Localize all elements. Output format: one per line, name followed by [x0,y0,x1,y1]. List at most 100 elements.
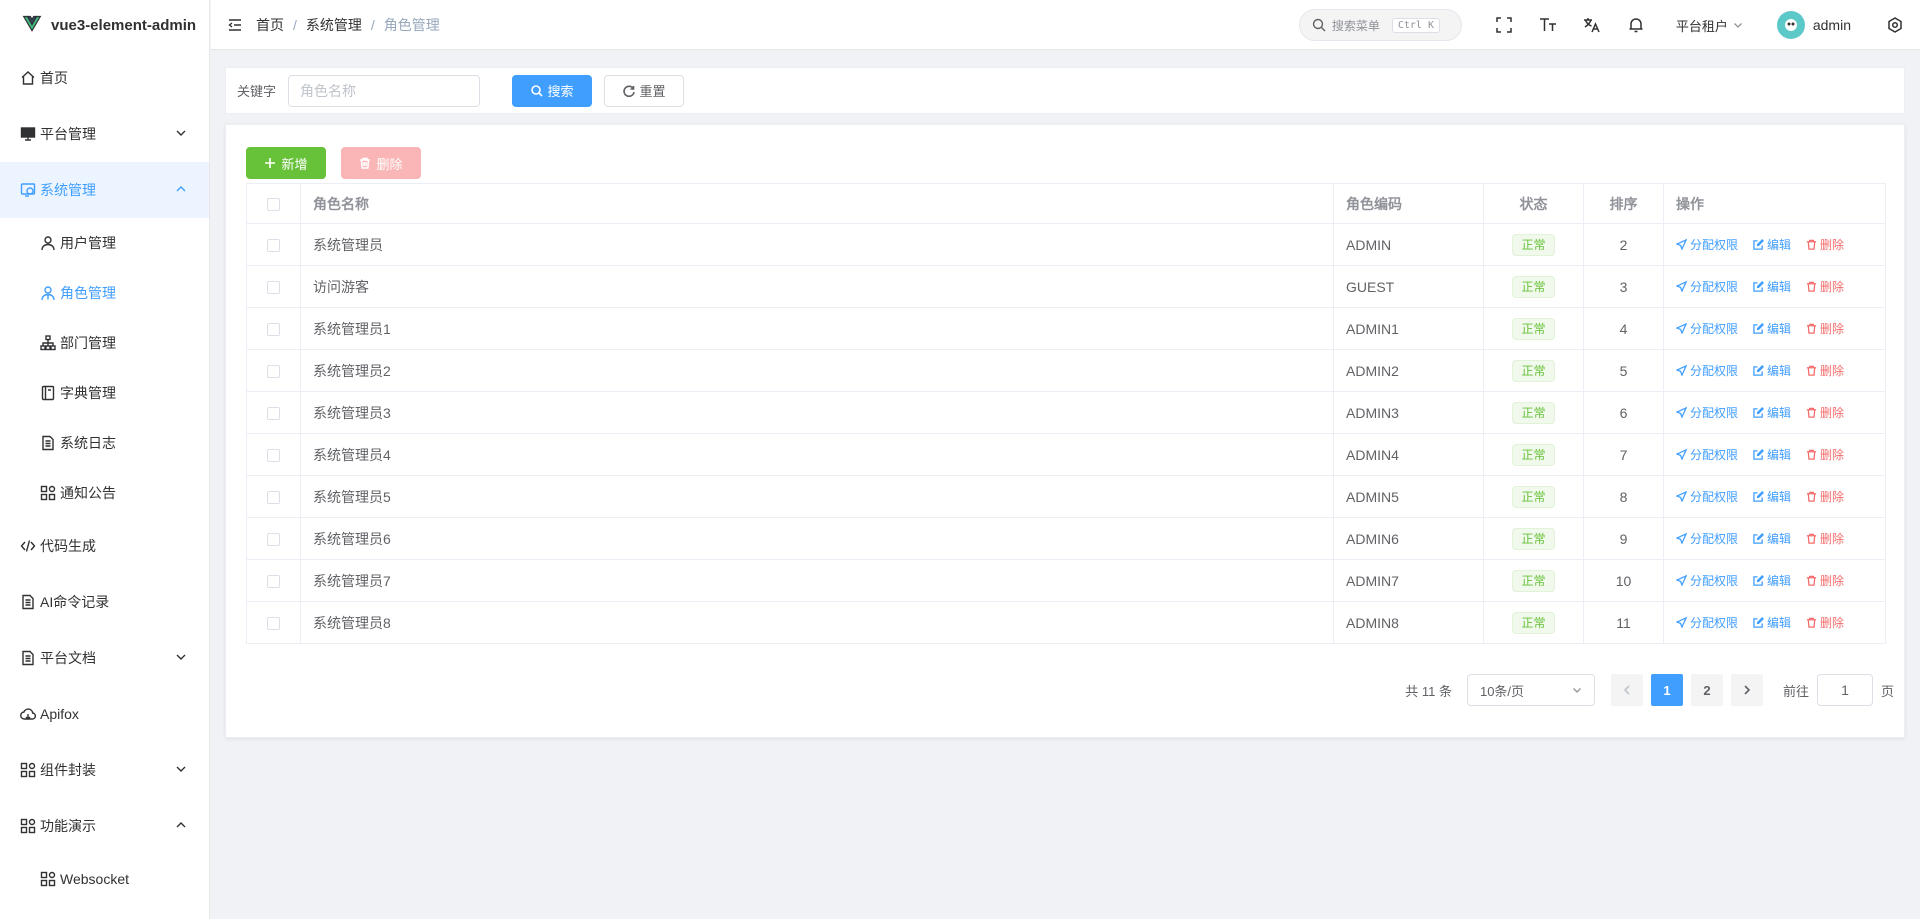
edit-button[interactable]: 编辑 [1753,236,1791,253]
chevron-down-icon [175,762,187,778]
delete-button[interactable]: 删除 [1806,446,1844,463]
row-checkbox[interactable] [267,365,280,379]
edit-button[interactable]: 编辑 [1753,278,1791,295]
sort-cell: 5 [1583,349,1664,392]
delete-button[interactable]: 删除 [1806,404,1844,421]
send-icon [1676,407,1687,418]
assign-permission-button[interactable]: 分配权限 [1676,404,1738,421]
status-badge: 正常 [1512,317,1555,340]
edit-button[interactable]: 编辑 [1753,362,1791,379]
row-checkbox[interactable] [267,323,280,337]
edit-button[interactable]: 编辑 [1753,530,1791,547]
select-all-checkbox[interactable] [267,198,280,212]
row-checkbox[interactable] [267,239,280,253]
sidebar-item-10[interactable]: AI命令记录 [0,574,209,630]
sidebar-item-1[interactable]: 平台管理 [0,106,209,162]
breadcrumb-system[interactable]: 系统管理 [306,15,362,35]
menu-search[interactable]: 搜索菜单 Ctrl K [1298,9,1462,41]
role-name-cell: 系统管理员7 [300,559,1334,602]
assign-permission-button[interactable]: 分配权限 [1676,362,1738,379]
next-page-button[interactable] [1730,674,1763,706]
page-1-button[interactable]: 1 [1650,674,1683,706]
edit-button[interactable]: 编辑 [1753,446,1791,463]
assign-permission-button[interactable]: 分配权限 [1676,488,1738,505]
sidebar-item-14[interactable]: 功能演示 [0,798,209,854]
sidebar-item-label: 组件封装 [40,762,96,778]
delete-label: 删除 [1820,280,1845,294]
language-icon[interactable] [1581,14,1603,36]
row-checkbox[interactable] [267,491,280,505]
sidebar-item-13[interactable]: 组件封装 [0,742,209,798]
delete-button[interactable]: 删除 [1806,320,1844,337]
fullscreen-icon[interactable] [1493,14,1515,36]
avatar[interactable] [1776,11,1805,39]
send-icon [1676,323,1687,334]
sidebar-item-8[interactable]: 通知公告 [0,468,209,518]
status-cell: 正常 [1483,307,1584,350]
delete-button[interactable]: 删除 [1806,614,1844,631]
row-checkbox[interactable] [267,281,280,295]
sidebar-item-12[interactable]: Apifox [0,686,209,742]
font-size-icon[interactable] [1537,14,1559,36]
edit-button[interactable]: 编辑 [1753,572,1791,589]
sidebar-item-label: AI命令记录 [40,594,110,610]
send-icon [1676,533,1687,544]
prev-page-button[interactable] [1610,674,1643,706]
reset-button[interactable]: 重置 [604,74,685,107]
delete-button[interactable]: 删除 [1806,530,1844,547]
assign-permission-button[interactable]: 分配权限 [1676,236,1738,253]
sidebar-item-2[interactable]: 系统管理 [0,162,209,218]
role-code-cell: GUEST [1333,265,1484,308]
assign-permission-button[interactable]: 分配权限 [1676,446,1738,463]
sidebar-item-3[interactable]: 用户管理 [0,218,209,268]
table-body: 系统管理员 ADMIN 正常 2 分配权限 编辑 删除 访问游客 GUEST 正… [246,223,1886,644]
username[interactable]: admin [1813,17,1851,33]
delete-button[interactable]: 删除 [1806,278,1844,295]
keyword-input[interactable] [288,74,481,107]
edit-button[interactable]: 编辑 [1753,404,1791,421]
sidebar-item-11[interactable]: 平台文档 [0,630,209,686]
trash-icon [1806,281,1817,292]
search-button[interactable]: 搜索 [512,74,593,107]
pagination: 共 11 条 10条/页 1 2 前往 页 [1405,674,1894,706]
delete-button[interactable]: 删除 [1806,572,1844,589]
bell-icon[interactable] [1625,14,1647,36]
row-select-cell [246,265,301,308]
breadcrumb-home[interactable]: 首页 [256,15,284,35]
sidebar-toggle-icon[interactable] [226,16,244,34]
sidebar-item-9[interactable]: 代码生成 [0,518,209,574]
delete-label: 删除 [1820,616,1845,630]
delete-button[interactable]: 删除 [1806,236,1844,253]
row-checkbox[interactable] [267,617,280,631]
row-checkbox[interactable] [267,533,280,547]
page-size-select[interactable]: 10条/页 [1466,674,1595,706]
row-checkbox[interactable] [267,407,280,421]
document-icon [20,594,36,610]
sidebar-item-6[interactable]: 字典管理 [0,368,209,418]
batch-delete-button[interactable]: 删除 [341,147,421,179]
sidebar-item-0[interactable]: 首页 [0,50,209,106]
row-checkbox[interactable] [267,449,280,463]
delete-button[interactable]: 删除 [1806,362,1844,379]
page-2-button[interactable]: 2 [1690,674,1723,706]
tenant-select[interactable]: 平台租户 [1676,16,1743,35]
delete-button[interactable]: 删除 [1806,488,1844,505]
assign-permission-button[interactable]: 分配权限 [1676,614,1738,631]
edit-button[interactable]: 编辑 [1753,614,1791,631]
sidebar-item-7[interactable]: 系统日志 [0,418,209,468]
edit-button[interactable]: 编辑 [1753,320,1791,337]
edit-button[interactable]: 编辑 [1753,488,1791,505]
sidebar-item-15[interactable]: Websocket [0,854,209,904]
goto-page-input[interactable] [1816,674,1873,706]
sidebar-item-4[interactable]: 角色管理 [0,268,209,318]
logo[interactable]: vue3-element-admin [0,0,209,50]
sidebar-item-5[interactable]: 部门管理 [0,318,209,368]
edit-label: 编辑 [1767,238,1792,252]
assign-permission-button[interactable]: 分配权限 [1676,320,1738,337]
settings-icon[interactable] [1884,14,1906,36]
assign-permission-button[interactable]: 分配权限 [1676,572,1738,589]
add-button[interactable]: 新增 [246,147,326,179]
assign-permission-button[interactable]: 分配权限 [1676,530,1738,547]
row-checkbox[interactable] [267,575,280,589]
assign-permission-button[interactable]: 分配权限 [1676,278,1738,295]
